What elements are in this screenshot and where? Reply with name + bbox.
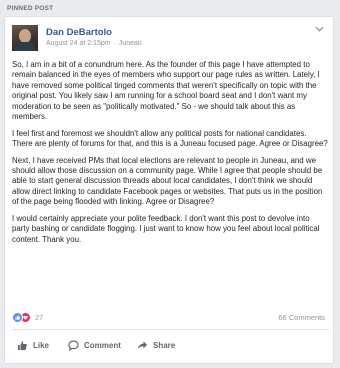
comment-label: Comment [84, 340, 121, 350]
pinned-post-label: PINNED POST [7, 5, 54, 12]
post-card: Dan DeBartolo August 24 at 2:15pm · June… [4, 16, 334, 364]
post-body: So, I am in a bit of a conundrum here. A… [12, 60, 329, 251]
reaction-count[interactable]: 27 [35, 313, 43, 322]
comment-button[interactable]: Comment [68, 335, 121, 355]
thumbs-up-icon [17, 340, 27, 350]
share-button[interactable]: Share [137, 335, 175, 355]
post-paragraph: I feel first and foremost we shouldn't a… [12, 128, 328, 149]
share-arrow-icon [137, 340, 148, 349]
meta-separator: · [113, 40, 116, 47]
avatar-face [19, 29, 31, 43]
chevron-down-icon[interactable] [315, 26, 324, 32]
post-paragraph: I would certainly appreciate your polite… [12, 213, 320, 244]
share-label: Share [153, 340, 176, 350]
action-bar: Like Comment Share [12, 335, 329, 355]
avatar[interactable] [12, 25, 38, 51]
author-name[interactable]: Dan DeBartolo [46, 27, 112, 38]
like-button[interactable]: Like [17, 335, 49, 355]
post-date[interactable]: August 24 at 2:15pm [46, 40, 111, 47]
avatar-shirt [14, 42, 36, 51]
post-paragraph: Next, I have received PMs that local ele… [12, 155, 323, 207]
like-label: Like [33, 340, 50, 350]
post-stats: 27 66 Comments [12, 312, 329, 324]
comment-count[interactable]: 66 Comments [278, 313, 325, 322]
like-reaction-icon[interactable] [12, 312, 23, 323]
comment-icon [68, 340, 79, 351]
post-paragraph: So, I am in a bit of a conundrum here. A… [12, 60, 320, 122]
post-location[interactable]: Juneau [119, 40, 142, 47]
post-meta: August 24 at 2:15pm · Juneau [46, 40, 142, 47]
divider [12, 329, 329, 330]
